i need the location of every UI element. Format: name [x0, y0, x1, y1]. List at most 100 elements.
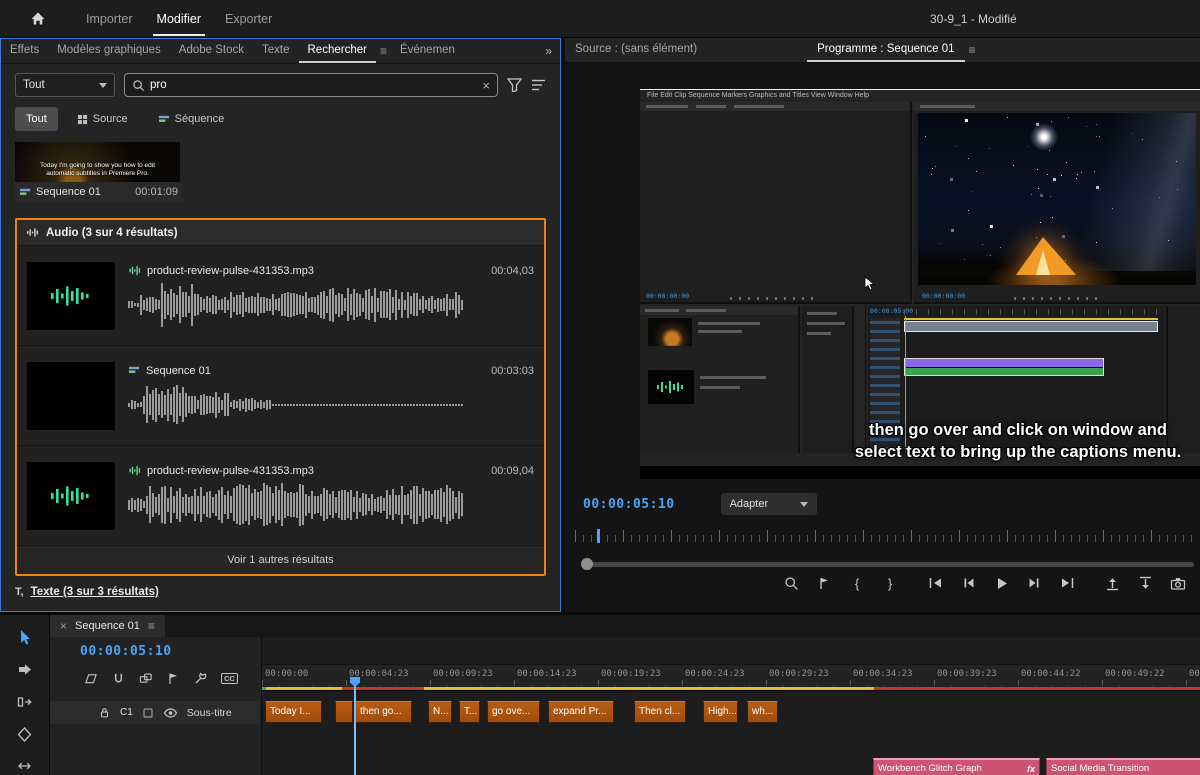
audio-item-name: product-review-pulse-431353.mp3	[147, 264, 314, 277]
sync-lock-icon[interactable]	[142, 707, 154, 719]
texte-results-group-header[interactable]: T, Texte (3 sur 3 résultats)	[15, 586, 546, 598]
chevron-down-icon	[99, 82, 107, 88]
panel-menu-icon[interactable]: ≡	[376, 39, 391, 63]
search-panel: Effets Modèles graphiques Adobe Stock Texte…	[0, 38, 561, 612]
caption-clip-then-cl[interactable]: Then cl...	[634, 701, 686, 723]
pen-tool[interactable]	[13, 726, 37, 743]
caption-clip-wh[interactable]: wh...	[747, 701, 778, 723]
video-clip-social-media-transition[interactable]: Social Media Transition	[1046, 758, 1200, 775]
caption-clip-high[interactable]: High...	[703, 701, 738, 723]
add-marker-icon[interactable]	[167, 672, 179, 685]
sequence-icon	[19, 187, 31, 198]
ruler-tick-label: 00:00:39:23	[937, 669, 997, 679]
caption-clip-then-go[interactable]: then go...	[355, 701, 412, 723]
timeline-timecode[interactable]: 00:00:05:10	[50, 637, 261, 665]
lift-button[interactable]	[1104, 575, 1120, 591]
burned-in-captions: then go over and click on window and sel…	[854, 421, 1182, 461]
caption-track-badge[interactable]: C1	[120, 707, 133, 718]
caption-track-header[interactable]: C1 Sous-titre	[50, 701, 260, 724]
go-to-in-button[interactable]	[927, 575, 943, 591]
track-select-tool[interactable]	[13, 661, 37, 678]
overflow-chevron-icon[interactable]: »	[537, 39, 560, 63]
add-marker-button[interactable]	[816, 575, 832, 591]
extract-button[interactable]	[1137, 575, 1153, 591]
panel-tab-mod-les-graphiques[interactable]: Modèles graphiques	[48, 39, 170, 63]
mark-out-button[interactable]: }	[882, 575, 898, 591]
panel-menu-icon[interactable]: ≡	[148, 619, 155, 633]
stars	[918, 113, 919, 114]
panel-tab-effets[interactable]: Effets	[1, 39, 48, 63]
program-timecode[interactable]: 00:00:05:10	[583, 497, 675, 512]
audio-result-item[interactable]: product-review-pulse-431353.mp3 00:04,03	[17, 246, 544, 346]
program-mini-ruler[interactable]	[575, 525, 1192, 545]
audio-thumbnail	[27, 461, 115, 530]
lock-icon[interactable]	[98, 706, 111, 719]
caption-clip-item[interactable]	[335, 701, 353, 723]
zoom-icon[interactable]	[783, 575, 799, 591]
program-zoom-scrollbar[interactable]	[575, 557, 1194, 571]
search-input[interactable]	[150, 79, 478, 91]
filter-icon[interactable]	[507, 78, 522, 92]
timeline-tracks: Today I... then go... N... T... go ove... exp…	[262, 691, 1200, 775]
mode-tab-modifier[interactable]: Modifier	[152, 1, 206, 36]
linked-selection-icon[interactable]	[139, 672, 153, 685]
audio-result-item[interactable]: Sequence 01 00:03:03	[17, 346, 544, 446]
top-search-result[interactable]: Today I'm going to show you how to edit …	[15, 142, 182, 202]
caption-clip-today-i[interactable]: Today I...	[265, 701, 322, 723]
tab-sequence-01[interactable]: × Sequence 01 ≡	[50, 615, 165, 637]
timeline-playhead[interactable]	[350, 677, 360, 775]
caption-clip-t[interactable]: T...	[459, 701, 480, 723]
search-scope-dropdown[interactable]: Tout	[15, 73, 115, 97]
selection-tool[interactable]	[13, 629, 37, 646]
timeline-ruler[interactable]: 00:00:00 00:00:04:23 00:00:09:23 00:00:14:2…	[262, 665, 1200, 691]
caption-clip-expand-pr[interactable]: expand Pr...	[548, 701, 614, 723]
step-forward-button[interactable]	[1026, 575, 1042, 591]
track-visibility-eye-icon[interactable]	[163, 707, 178, 719]
audio-group-title: Audio (3 sur 4 résultats)	[46, 226, 178, 239]
audio-group-icon	[26, 227, 39, 238]
audio-result-item[interactable]: product-review-pulse-431353.mp3 00:09,04	[17, 446, 544, 546]
caption-clip-go-ove[interactable]: go ove...	[487, 701, 540, 723]
tab-source-monitor[interactable]: Source : (sans élément)	[565, 38, 707, 62]
video-clip-workbench-glitch-graph[interactable]: Workbench Glitch Graph fx	[873, 758, 1040, 775]
inner-av-clip-pair	[904, 358, 1104, 376]
filter-button-source[interactable]: Source	[66, 107, 139, 131]
clear-search-icon[interactable]: ×	[482, 78, 490, 93]
mode-tab-exporter[interactable]: Exporter	[221, 1, 276, 36]
result-label-row: Sequence 01 00:01:09	[15, 182, 182, 202]
inner-program-panel: 00:00:00:00	[914, 102, 1200, 304]
show-more-results-button[interactable]: Voir 1 autres résultats	[17, 546, 544, 574]
sort-menu-icon[interactable]	[531, 79, 546, 91]
ripple-edit-tool[interactable]	[13, 693, 37, 710]
mode-tab-importer[interactable]: Importer	[82, 1, 137, 36]
timeline-settings-wrench-icon[interactable]	[193, 671, 207, 685]
panel-tab-rechercher[interactable]: Rechercher	[298, 39, 376, 63]
snap-magnet-icon[interactable]	[112, 672, 125, 685]
nest-toggle-icon[interactable]	[84, 672, 98, 685]
close-tab-icon[interactable]: ×	[60, 619, 67, 633]
play-button[interactable]	[993, 575, 1009, 591]
scrollbar-knob[interactable]	[581, 558, 593, 570]
go-to-out-button[interactable]	[1059, 575, 1075, 591]
program-mini-playhead[interactable]	[597, 529, 600, 543]
export-frame-button[interactable]	[1170, 575, 1186, 591]
filter-button-tout[interactable]: Tout	[15, 107, 58, 131]
step-back-button[interactable]	[960, 575, 976, 591]
inner-tent-thumbnail	[648, 318, 692, 346]
captions-menu-icon[interactable]: CC	[221, 672, 238, 684]
caption-clip-n[interactable]: N...	[428, 701, 452, 723]
panel-tab-texte[interactable]: Texte	[253, 39, 299, 63]
panel-tab-adobe-stock[interactable]: Adobe Stock	[170, 39, 253, 63]
mark-in-button[interactable]: {	[849, 575, 865, 591]
tab-program-monitor[interactable]: Programme : Sequence 01	[807, 38, 965, 62]
program-monitor: File Edit Clip Sequence Markers Graphics…	[565, 63, 1200, 612]
filter-button-s-quence[interactable]: Séquence	[147, 107, 236, 131]
slip-tool[interactable]	[13, 758, 37, 775]
home-icon[interactable]	[30, 11, 46, 26]
panel-menu-icon[interactable]: ≡	[965, 38, 980, 62]
audio-results-group[interactable]: Audio (3 sur 4 résultats) product-review…	[15, 218, 546, 576]
panel-tab-v-nemen[interactable]: Événemen	[391, 39, 464, 63]
zoom-level-dropdown[interactable]: Adapter	[720, 493, 817, 515]
video-clip-label: Workbench Glitch Graph	[878, 763, 982, 774]
monitor-panel: Source : (sans élément) Programme : Sequ…	[565, 38, 1200, 612]
